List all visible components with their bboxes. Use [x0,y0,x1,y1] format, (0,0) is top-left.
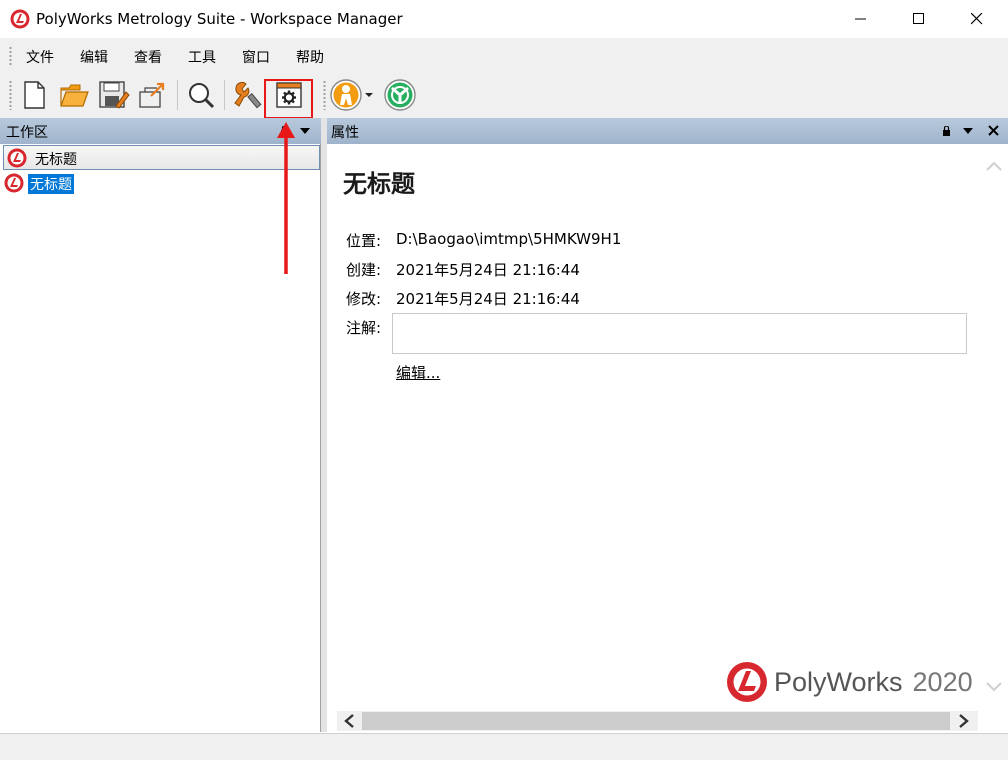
scroll-up-icon[interactable] [983,155,1005,177]
panel-close-icon[interactable] [988,125,999,136]
location-label: 位置: [346,232,382,250]
workspace-icon [4,173,24,193]
menu-view[interactable]: 查看 [134,47,162,67]
panel-menu-icon[interactable] [963,128,973,134]
minimize-button[interactable] [832,0,890,38]
workspace-panel-header: 工作区 [0,118,321,144]
module-launcher-icon [384,79,416,111]
toolbar-grip[interactable] [323,80,326,110]
export-button[interactable] [136,77,170,113]
application-window: PolyWorks Metrology Suite - Workspace Ma… [0,0,1008,760]
modified-label: 修改: [346,290,382,308]
scroll-right-button[interactable] [953,711,975,731]
maximize-icon [913,13,924,24]
menu-tools[interactable]: 工具 [188,47,216,67]
properties-heading: 无标题 [343,170,415,198]
toolbar-separator [177,80,178,110]
search-button[interactable] [184,77,218,113]
title-bar: PolyWorks Metrology Suite - Workspace Ma… [0,0,1008,38]
scroll-right-icon [959,714,969,728]
brand-name: PolyWorks [774,666,903,697]
new-button[interactable] [17,77,51,113]
properties-panel [327,118,1008,732]
chevron-down-icon [365,93,373,97]
toolbar-separator [224,80,225,110]
open-button[interactable] [57,77,91,113]
menu-edit[interactable]: 编辑 [80,47,108,67]
location-value: D:\Baogao\imtmp\5HMKW9H1 [396,230,622,248]
red-arrow-annotation-icon [277,122,295,274]
status-bar [0,733,1008,760]
workspace-icon [7,148,27,168]
minimize-icon [855,18,866,20]
wrench-tools-icon [234,81,262,109]
properties-panel-title: 属性 [331,125,359,141]
brand-year: 2020 [912,666,973,697]
horizontal-scrollbar-thumb[interactable] [362,712,950,730]
workspace-tree-item[interactable]: 无标题 [3,145,320,170]
scroll-down-icon[interactable] [983,676,1005,698]
scroll-left-icon [344,714,354,728]
toolbar-grip[interactable] [9,80,12,110]
module-launcher-button[interactable] [383,77,417,113]
created-label: 创建: [346,261,382,279]
menu-help[interactable]: 帮助 [296,47,324,67]
toolbar [0,72,1008,118]
edit-notes-link[interactable]: 编辑... [396,362,440,383]
magnifier-icon [189,83,215,109]
tools-button[interactable] [231,77,265,113]
settings-window-icon [276,82,302,108]
polyworks-logo-icon [727,662,767,702]
close-button[interactable] [948,0,1006,38]
menu-grip[interactable] [9,46,12,66]
notes-label: 注解: [346,319,382,337]
close-icon [971,13,983,25]
new-document-icon [24,81,45,109]
scroll-left-button[interactable] [338,711,360,731]
pin-icon[interactable] [942,126,951,137]
open-folder-icon [60,84,89,107]
window-title: PolyWorks Metrology Suite - Workspace Ma… [36,10,403,28]
maximize-button[interactable] [890,0,948,38]
workspace-tree-item-label: 无标题 [35,152,77,168]
polyworks-branding: PolyWorks 2020 [726,660,973,704]
modified-value: 2021年5月24日 21:16:44 [396,290,580,308]
menu-window[interactable]: 窗口 [242,47,270,67]
user-button[interactable] [329,77,363,113]
save-icon [99,81,130,109]
menu-file[interactable]: 文件 [26,47,54,67]
export-icon [139,82,165,108]
menu-bar: 文件 编辑 查看 工具 窗口 帮助 [0,38,1008,72]
polyworks-logo-icon [10,9,30,29]
workspace-tree-item-label-selected: 无标题 [28,174,74,194]
created-value: 2021年5月24日 21:16:44 [396,261,580,279]
notes-field[interactable] [392,313,967,354]
workspace-panel-border [0,144,321,732]
user-avatar-icon [330,79,362,111]
user-dropdown-button[interactable] [363,77,375,113]
settings-window-button[interactable] [272,77,306,113]
save-button[interactable] [97,77,131,113]
panel-menu-icon[interactable] [300,128,310,134]
workspace-panel-title: 工作区 [6,125,48,141]
properties-panel-header: 属性 [327,118,1008,144]
